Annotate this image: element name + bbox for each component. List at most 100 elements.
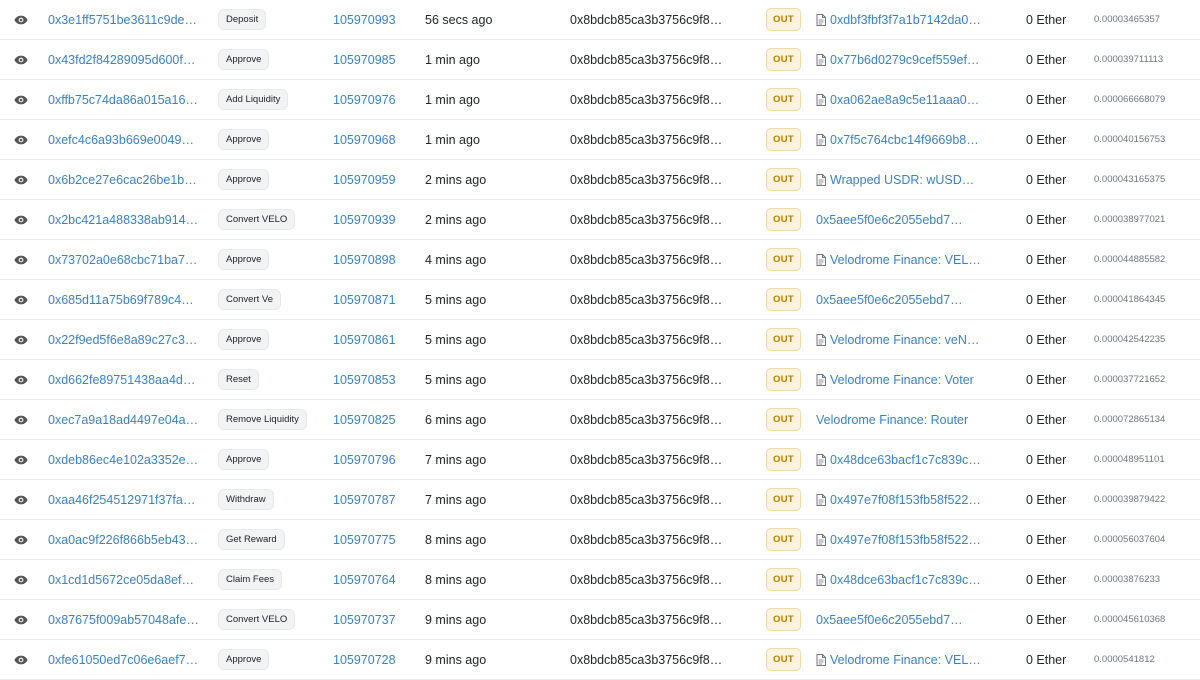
value-text: 0 Ether [1026,292,1067,307]
txn-hash-link[interactable]: 0x3e1ff5751be3611c9de… [48,13,197,27]
block-link[interactable]: 105970898 [333,253,396,267]
eye-icon[interactable] [7,406,35,434]
age-cell: 2 mins ago [425,160,555,199]
txn-hash-cell: 0x685d11a75b69f789c4… [48,280,200,319]
txn-hash-cell: 0x2bc421a488338ab914… [48,200,200,239]
txn-hash-link[interactable]: 0x1cd1d5672ce05da8ef… [48,573,194,587]
to-address-link[interactable]: Velodrome Finance: Router [816,413,968,427]
document-icon [816,493,826,506]
age-cell: 9 mins ago [425,600,555,639]
eye-icon[interactable] [7,446,35,474]
txn-hash-link[interactable]: 0xec7a9a18ad4497e04a… [48,413,198,427]
txn-hash-link[interactable]: 0xa0ac9f226f866b5eb43… [48,533,198,547]
direction-badge: OUT [766,8,801,31]
eye-icon[interactable] [7,526,35,554]
block-link[interactable]: 105970985 [333,53,396,67]
age-text: 5 mins ago [425,332,487,347]
to-address-link[interactable]: Velodrome Finance: VEL… [830,653,981,667]
fee-text: 0.00003465357 [1094,14,1161,25]
fee-cell: 0.000042542235 [1094,320,1200,359]
block-link[interactable]: 105970728 [333,653,396,667]
eye-icon[interactable] [7,646,35,674]
view-cell [6,0,36,39]
eye-icon[interactable] [7,126,35,154]
fee-text: 0.000044885582 [1094,254,1166,265]
to-address-link[interactable]: 0x48dce63bacf1c7c839c… [830,453,981,467]
block-link[interactable]: 105970825 [333,413,396,427]
eye-icon[interactable] [7,486,35,514]
table-row: 0x87675f009ab57048afe… Convert VELO 1059… [0,600,1200,640]
to-address-link[interactable]: 0x5aee5f0e6c2055ebd7… [816,213,963,227]
fee-text: 0.00003876233 [1094,574,1161,585]
to-wrap: 0x5aee5f0e6c2055ebd7… [816,293,963,307]
eye-icon[interactable] [7,206,35,234]
to-address-link[interactable]: 0xa062ae8a9c5e11aaa0… [830,93,979,107]
txn-hash-link[interactable]: 0x43fd2f84289095d600f… [48,53,195,67]
block-link[interactable]: 105970737 [333,613,396,627]
txn-hash-link[interactable]: 0xaa46f254512971f37fa… [48,493,195,507]
to-address-link[interactable]: 0x5aee5f0e6c2055ebd7… [816,613,963,627]
txn-hash-link[interactable]: 0xdeb86ec4e102a3352e… [48,453,198,467]
to-address-link[interactable]: Wrapped USDR: wUSD… [830,173,974,187]
block-link[interactable]: 105970968 [333,133,396,147]
from-cell: 0x8bdcb85ca3b3756c9f8… [570,400,730,439]
eye-icon[interactable] [7,166,35,194]
txn-hash-link[interactable]: 0xfe61050ed7c06e6aef7… [48,653,198,667]
block-cell: 105970787 [333,480,413,519]
eye-icon[interactable] [7,6,35,34]
block-link[interactable]: 105970853 [333,373,396,387]
block-link[interactable]: 105970939 [333,213,396,227]
to-wrap: Velodrome Finance: veN… [816,333,979,347]
to-address-link[interactable]: Velodrome Finance: VEL… [830,253,981,267]
eye-icon[interactable] [7,566,35,594]
eye-icon[interactable] [7,46,35,74]
txn-hash-link[interactable]: 0xffb75c74da86a015a16… [48,93,198,107]
txn-hash-link[interactable]: 0x6b2ce27e6cac26be1b… [48,173,197,187]
txn-hash-link[interactable]: 0x87675f009ab57048afe… [48,613,199,627]
to-address-link[interactable]: 0x5aee5f0e6c2055ebd7… [816,293,963,307]
block-link[interactable]: 105970775 [333,533,396,547]
from-address: 0x8bdcb85ca3b3756c9f8… [570,292,723,307]
txn-hash-link[interactable]: 0x22f9ed5f6e8a89c27c3… [48,333,197,347]
txn-hash-link[interactable]: 0x73702a0e68cbc71ba7… [48,253,197,267]
value-text: 0 Ether [1026,372,1067,387]
eye-icon[interactable] [7,366,35,394]
eye-icon[interactable] [7,286,35,314]
block-link[interactable]: 105970976 [333,93,396,107]
to-address-link[interactable]: Velodrome Finance: Voter [830,373,974,387]
fee-cell: 0.000041864345 [1094,280,1200,319]
to-address-link[interactable]: 0x77b6d0279c9cef559ef… [830,53,979,67]
to-address-link[interactable]: 0xdbf3fbf3f7a1b7142da0… [830,13,981,27]
to-address-link[interactable]: Velodrome Finance: veN… [830,333,979,347]
to-cell: Velodrome Finance: veN… [816,320,986,359]
block-link[interactable]: 105970796 [333,453,396,467]
method-badge: Withdraw [218,488,274,511]
eye-icon[interactable] [7,326,35,354]
table-row: 0xfe61050ed7c06e6aef7… Approve 105970728… [0,640,1200,680]
method-badge: Approve [218,128,270,151]
to-address-link[interactable]: 0x497e7f08f153fb58f522… [830,493,981,507]
block-link[interactable]: 105970959 [333,173,396,187]
fee-text: 0.000056037604 [1094,534,1166,545]
direction-cell: OUT [766,360,802,399]
to-address-link[interactable]: 0x7f5c764cbc14f9669b8… [830,133,979,147]
direction-cell: OUT [766,40,802,79]
eye-icon[interactable] [7,86,35,114]
block-link[interactable]: 105970861 [333,333,396,347]
eye-icon[interactable] [7,246,35,274]
to-address-link[interactable]: 0x48dce63bacf1c7c839c… [830,573,981,587]
table-row: 0xffb75c74da86a015a16… Add Liquidity 105… [0,80,1200,120]
block-link[interactable]: 105970993 [333,13,396,27]
txn-hash-link[interactable]: 0x685d11a75b69f789c4… [48,293,194,307]
document-icon [816,133,826,146]
to-address-link[interactable]: 0x497e7f08f153fb58f522… [830,533,981,547]
eye-icon[interactable] [7,606,35,634]
direction-badge: OUT [766,608,801,631]
txn-hash-link[interactable]: 0xd662fe89751438aa4d… [48,373,195,387]
value-cell: 0 Ether [1026,400,1086,439]
block-link[interactable]: 105970787 [333,493,396,507]
txn-hash-link[interactable]: 0xefc4c6a93b669e0049… [48,133,194,147]
block-link[interactable]: 105970764 [333,573,396,587]
block-link[interactable]: 105970871 [333,293,396,307]
txn-hash-link[interactable]: 0x2bc421a488338ab914… [48,213,198,227]
